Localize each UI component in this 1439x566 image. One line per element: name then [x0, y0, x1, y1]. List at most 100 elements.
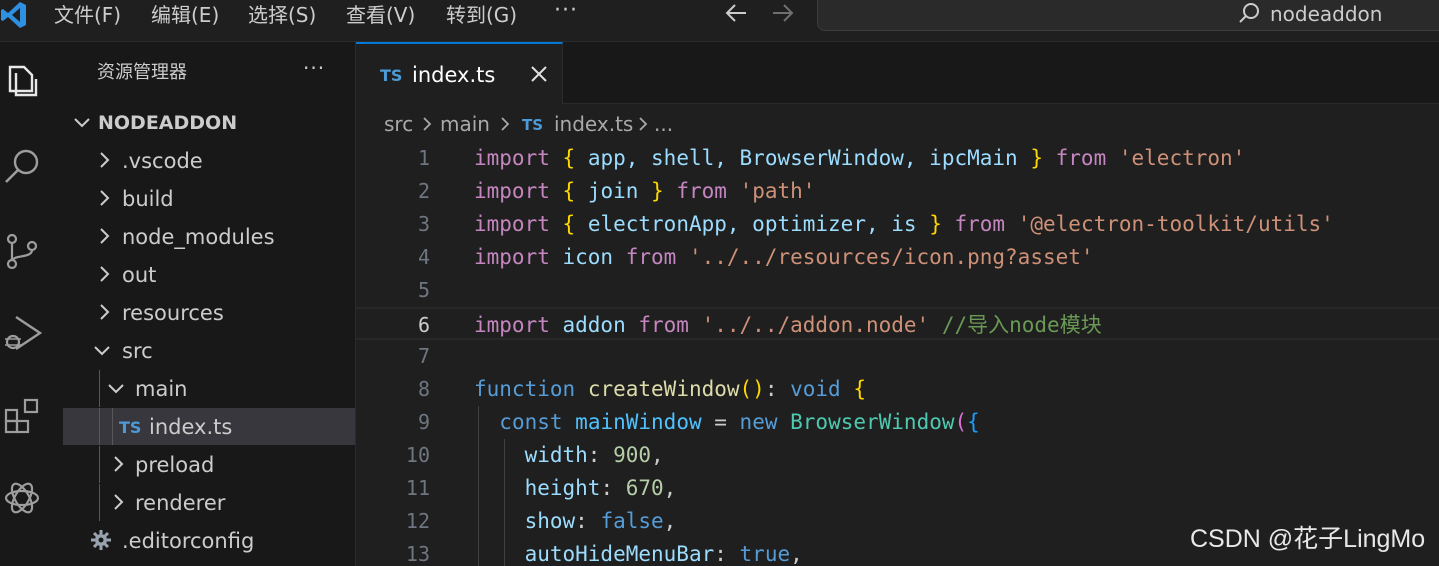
chevron-right-icon	[100, 228, 110, 244]
chevron-down-icon	[108, 384, 124, 394]
tree-item-file-selected[interactable]: TS index.ts	[63, 408, 355, 445]
code-token: 'path'	[739, 179, 816, 203]
line-number: 12	[405, 509, 430, 533]
menu-view[interactable]: 查看(V)	[346, 2, 415, 28]
vscode-logo-icon	[0, 0, 28, 30]
run-debug-icon[interactable]	[0, 307, 44, 355]
code-token: {	[562, 146, 576, 170]
code-line[interactable]: 3 import { electronApp, optimizer, is } f…	[356, 208, 1439, 241]
code-line[interactable]: 11 height: 670,	[356, 472, 1439, 505]
tab-label: index.ts	[412, 63, 496, 87]
code-token: :	[600, 476, 626, 500]
code-token: import	[474, 212, 550, 236]
tree-item-folder[interactable]: preload	[63, 446, 355, 483]
breadcrumb-item[interactable]: main	[440, 112, 490, 136]
menu-go[interactable]: 转到(G)	[446, 2, 517, 28]
tree-item-folder[interactable]: resources	[63, 294, 355, 331]
line-number: 4	[417, 245, 430, 269]
code-token: (	[954, 410, 968, 434]
breadcrumb-item[interactable]: index.ts	[554, 112, 633, 136]
code-line[interactable]: 5	[356, 274, 1439, 307]
tree-item-folder[interactable]: out	[63, 256, 355, 293]
tree-item-label: out	[122, 263, 157, 287]
code-token: height	[524, 476, 601, 500]
code-line[interactable]: 8 function createWindow(): void {	[356, 373, 1439, 406]
code-token: import	[474, 245, 550, 269]
explorer-more-actions-button[interactable]: ···	[303, 56, 325, 80]
chevron-right-icon	[501, 117, 510, 131]
line-number: 1	[417, 146, 430, 170]
command-center-search[interactable]: nodeaddon	[817, 0, 1439, 31]
watermark: CSDN @花子LingMo	[1190, 525, 1426, 553]
code-token: ()	[739, 377, 765, 401]
breadcrumb-item[interactable]: src	[384, 112, 413, 136]
tree-item-folder[interactable]: node_modules	[63, 218, 355, 255]
tree-item-label: index.ts	[149, 415, 233, 439]
code-editor[interactable]: 1 import { app, shell, BrowserWindow, ipc…	[356, 142, 1439, 566]
code-token: autoHideMenuBar	[524, 542, 715, 566]
code-token: from	[954, 212, 1006, 236]
code-line[interactable]: 10 width: 900,	[356, 439, 1439, 472]
tree-item-folder[interactable]: .vscode	[63, 142, 355, 179]
breadcrumb: src main TS index.ts ...	[356, 104, 1439, 142]
typescript-file-icon: TS	[380, 66, 403, 85]
extensions-icon[interactable]	[0, 392, 44, 440]
tree-item-label: resources	[122, 301, 224, 325]
command-center-text: nodeaddon	[1270, 2, 1383, 26]
tree-item-folder[interactable]: renderer	[63, 484, 355, 521]
code-line[interactable]: 4 import icon from '../../resources/icon.…	[356, 241, 1439, 274]
menu-more-button[interactable]: ···	[554, 0, 578, 23]
tree-item-file[interactable]: .editorconfig	[63, 522, 355, 559]
code-line[interactable]: 9 const mainWindow = new BrowserWindow({	[356, 406, 1439, 439]
code-line[interactable]: 6 import addon from '../../addon.node' //…	[356, 307, 1439, 340]
code-token: {	[967, 410, 980, 434]
tree-item-folder[interactable]: build	[63, 180, 355, 217]
indent-guide	[99, 484, 100, 521]
code-token: ,	[663, 476, 677, 500]
forward-arrow-icon[interactable]	[768, 0, 798, 28]
line-number: 9	[417, 410, 430, 434]
close-icon[interactable]	[528, 63, 550, 85]
breadcrumb-item[interactable]: ...	[654, 112, 673, 136]
menu-edit[interactable]: 编辑(E)	[151, 2, 219, 28]
line-number: 3	[417, 212, 430, 236]
explorer-icon[interactable]	[0, 57, 44, 105]
code-token: }	[651, 179, 664, 203]
explorer-title: 资源管理器	[97, 62, 187, 83]
code-line[interactable]: 1 import { app, shell, BrowserWindow, ipc…	[356, 142, 1439, 175]
back-arrow-icon[interactable]	[722, 0, 752, 28]
search-icon[interactable]	[0, 142, 44, 190]
code-text: height: 670,	[474, 475, 677, 501]
source-control-icon[interactable]	[0, 227, 44, 275]
code-token: electronApp, optimizer, is	[575, 212, 930, 236]
chatgpt-extension-icon[interactable]	[0, 474, 44, 522]
code-line[interactable]: 7	[356, 340, 1439, 373]
code-line[interactable]: 2 import { join } from 'path'	[356, 175, 1439, 208]
tree-item-root[interactable]: NODEADDON	[63, 104, 355, 141]
menu-file[interactable]: 文件(F)	[54, 2, 121, 28]
code-token: '@electron-toolkit/utils'	[1017, 212, 1334, 236]
code-token: import	[474, 179, 550, 203]
tree-item-folder[interactable]: main	[63, 370, 355, 407]
code-text: import addon from '../../addon.node' //导…	[474, 312, 1102, 338]
code-token: BrowserWindow	[790, 410, 955, 434]
code-token: from	[1055, 146, 1107, 170]
tree-item-folder[interactable]: src	[63, 332, 355, 369]
code-token: 670	[625, 476, 664, 500]
search-icon	[1238, 2, 1260, 24]
code-text: import { app, shell, BrowserWindow, ipcM…	[474, 145, 1245, 171]
code-text: import { join } from 'path'	[474, 178, 815, 204]
indent-guide	[99, 370, 100, 407]
code-token: 900	[613, 443, 652, 467]
menu-selection[interactable]: 选择(S)	[248, 2, 316, 28]
tab-index-ts[interactable]: TS index.ts	[356, 42, 563, 104]
code-token: '../../addon.node'	[701, 313, 930, 337]
